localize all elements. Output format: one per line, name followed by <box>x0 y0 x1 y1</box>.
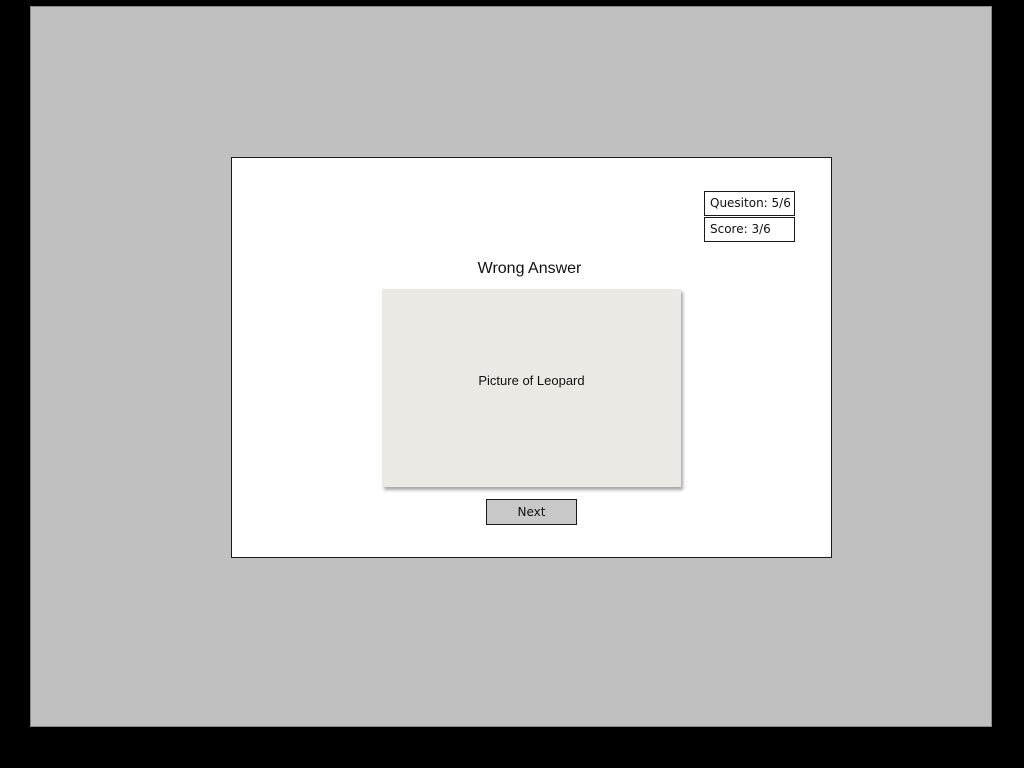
score-counter: Score: 3/6 <box>704 217 795 242</box>
backdrop: Quesiton: 5/6 Score: 3/6 Wrong Answer Pi… <box>30 6 992 727</box>
result-title: Wrong Answer <box>477 260 582 277</box>
picture-placeholder: Picture of Leopard <box>382 289 681 487</box>
next-button[interactable]: Next <box>486 499 577 525</box>
picture-label: Picture of Leopard <box>478 373 585 388</box>
quiz-result-card: Quesiton: 5/6 Score: 3/6 Wrong Answer Pi… <box>231 157 832 558</box>
question-counter: Quesiton: 5/6 <box>704 191 795 216</box>
